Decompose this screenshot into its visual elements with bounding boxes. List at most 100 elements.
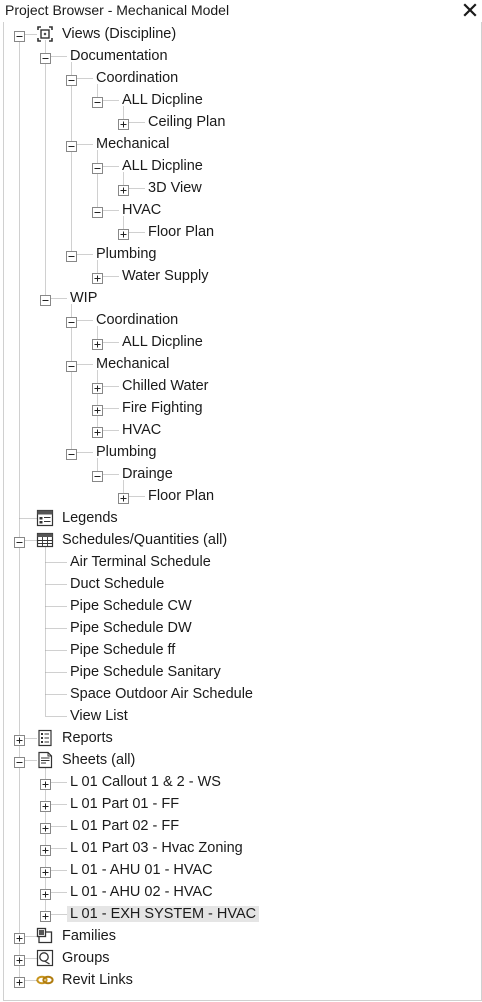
collapse-toggle-icon[interactable]: [14, 535, 25, 548]
collapse-toggle-icon[interactable]: [66, 447, 77, 460]
tree-node-label: Coordination: [96, 312, 179, 328]
tree-node-label: Pipe Schedule ff: [70, 642, 176, 658]
tree-node-label: Space Outdoor Air Schedule: [70, 686, 253, 702]
collapse-toggle-icon[interactable]: [40, 293, 51, 306]
tree-node-label: L 01 - AHU 02 - HVAC: [70, 884, 213, 900]
tree-node-reports[interactable]: Reports: [59, 727, 116, 749]
collapse-toggle-icon[interactable]: [92, 205, 103, 218]
tree-node-sched-pipe-ff[interactable]: Pipe Schedule ff: [67, 639, 178, 661]
tree-node-groups[interactable]: Groups: [59, 947, 113, 969]
tree-node-label: L 01 Part 03 - Hvac Zoning: [70, 840, 243, 856]
tree-node-doc-mechanical[interactable]: Mechanical: [93, 133, 172, 155]
expand-toggle-icon[interactable]: [92, 271, 103, 284]
tree-node-doc-coordination[interactable]: Coordination: [93, 67, 181, 89]
expand-toggle-icon[interactable]: [92, 403, 103, 416]
tree-node-wip-plumb-drainge[interactable]: Drainge: [119, 463, 176, 485]
tree-node-doc-plumbing[interactable]: Plumbing: [93, 243, 159, 265]
expand-toggle-icon[interactable]: [118, 183, 129, 196]
tree-node-label: Views (Discipline): [62, 26, 177, 42]
tree-node-label: Schedules/Quantities (all): [62, 532, 228, 548]
collapse-toggle-icon[interactable]: [66, 73, 77, 86]
collapse-toggle-icon[interactable]: [40, 51, 51, 64]
expand-toggle-icon[interactable]: [118, 227, 129, 240]
collapse-toggle-icon[interactable]: [14, 755, 25, 768]
tree-node-label: Plumbing: [96, 246, 157, 262]
tree-node-label: Revit Links: [62, 972, 133, 988]
expand-toggle-icon[interactable]: [118, 117, 129, 130]
tree-node-doc-mech-hvac[interactable]: HVAC: [119, 199, 164, 221]
tree-node-documentation[interactable]: Documentation: [67, 45, 171, 67]
tree-node-sched-duct[interactable]: Duct Schedule: [67, 573, 167, 595]
tree-node-doc-mech-all-3d[interactable]: 3D View: [145, 177, 205, 199]
tree-node-wip-coordination[interactable]: Coordination: [93, 309, 181, 331]
tree-node-label: Fire Fighting: [122, 400, 203, 416]
collapse-toggle-icon[interactable]: [92, 161, 103, 174]
tree-node-wip-mech-hvac[interactable]: HVAC: [119, 419, 164, 441]
collapse-toggle-icon[interactable]: [66, 249, 77, 262]
tree-node-doc-mech-hvac-floor[interactable]: Floor Plan: [145, 221, 217, 243]
tree-node-sheets[interactable]: Sheets (all): [59, 749, 138, 771]
tree-node-label: Floor Plan: [148, 488, 215, 504]
expand-toggle-icon[interactable]: [14, 733, 25, 746]
tree-node-wip-plumbing[interactable]: Plumbing: [93, 441, 159, 463]
collapse-toggle-icon[interactable]: [14, 29, 25, 42]
tree-node-doc-coord-all[interactable]: ALL Dicpline: [119, 89, 206, 111]
expand-toggle-icon[interactable]: [118, 491, 129, 504]
collapse-toggle-icon[interactable]: [92, 469, 103, 482]
tree-node-wip-mech-fire[interactable]: Fire Fighting: [119, 397, 206, 419]
expand-toggle-icon[interactable]: [14, 953, 25, 966]
tree-node-sheet-7[interactable]: L 01 - EXH SYSTEM - HVAC: [67, 903, 260, 925]
expand-toggle-icon[interactable]: [40, 887, 51, 900]
collapse-toggle-icon[interactable]: [66, 359, 77, 372]
collapse-toggle-icon[interactable]: [92, 95, 103, 108]
tree-node-sheet-1[interactable]: L 01 Callout 1 & 2 - WS: [67, 771, 224, 793]
tree-node-sched-air[interactable]: Air Terminal Schedule: [67, 551, 214, 573]
expand-toggle-icon[interactable]: [40, 821, 51, 834]
close-icon[interactable]: [461, 1, 479, 19]
tree-node-schedules[interactable]: Schedules/Quantities (all): [59, 529, 230, 551]
tree-node-sheet-2[interactable]: L 01 Part 01 - FF: [67, 793, 182, 815]
tree-node-sheet-6[interactable]: L 01 - AHU 02 - HVAC: [67, 881, 216, 903]
tree-node-sheet-3[interactable]: L 01 Part 02 - FF: [67, 815, 182, 837]
tree-node-sched-pipe-cw[interactable]: Pipe Schedule CW: [67, 595, 195, 617]
tree-node-label: Mechanical: [96, 356, 170, 372]
tree-node-sched-pipe-san[interactable]: Pipe Schedule Sanitary: [67, 661, 224, 683]
tree-node-families[interactable]: Families: [59, 925, 119, 947]
tree-node-label: Floor Plan: [148, 224, 215, 240]
tree-node-label: Documentation: [70, 48, 168, 64]
tree-node-views[interactable]: Views (Discipline): [59, 23, 179, 45]
tree-node-wip-mechanical[interactable]: Mechanical: [93, 353, 172, 375]
expand-toggle-icon[interactable]: [14, 975, 25, 988]
expand-toggle-icon[interactable]: [40, 843, 51, 856]
tree-node-label: Pipe Schedule DW: [70, 620, 192, 636]
tree-node-legends[interactable]: Legends: [59, 507, 121, 529]
collapse-toggle-icon[interactable]: [66, 139, 77, 152]
tree-node-sheet-5[interactable]: L 01 - AHU 01 - HVAC: [67, 859, 216, 881]
reports-icon: [36, 729, 54, 747]
tree-node-sched-viewlist[interactable]: View List: [67, 705, 131, 727]
tree-node-sheet-4[interactable]: L 01 Part 03 - Hvac Zoning: [67, 837, 246, 859]
tree-node-label: L 01 Callout 1 & 2 - WS: [70, 774, 221, 790]
expand-toggle-icon[interactable]: [14, 931, 25, 944]
tree-node-wip[interactable]: WIP: [67, 287, 100, 309]
tree-node-label: Water Supply: [122, 268, 209, 284]
tree-node-doc-plumb-water[interactable]: Water Supply: [119, 265, 212, 287]
tree-node-sched-space[interactable]: Space Outdoor Air Schedule: [67, 683, 256, 705]
expand-toggle-icon[interactable]: [92, 381, 103, 394]
tree-node-revit-links[interactable]: Revit Links: [59, 969, 136, 991]
tree-node-wip-coord-all[interactable]: ALL Dicpline: [119, 331, 206, 353]
tree-node-doc-mech-all[interactable]: ALL Dicpline: [119, 155, 206, 177]
tree-node-wip-plumb-drainge-floor[interactable]: Floor Plan: [145, 485, 217, 507]
expand-toggle-icon[interactable]: [40, 865, 51, 878]
expand-toggle-icon[interactable]: [92, 425, 103, 438]
tree-node-label: Sheets (all): [62, 752, 136, 768]
expand-toggle-icon[interactable]: [40, 799, 51, 812]
expand-toggle-icon[interactable]: [40, 777, 51, 790]
expand-toggle-icon[interactable]: [92, 337, 103, 350]
tree-node-sched-pipe-dw[interactable]: Pipe Schedule DW: [67, 617, 195, 639]
expand-toggle-icon[interactable]: [40, 909, 51, 922]
tree-node-doc-coord-all-ceiling[interactable]: Ceiling Plan: [145, 111, 228, 133]
tree-node-wip-mech-chilled[interactable]: Chilled Water: [119, 375, 212, 397]
collapse-toggle-icon[interactable]: [66, 315, 77, 328]
tree-node-label: ALL Dicpline: [122, 334, 203, 350]
